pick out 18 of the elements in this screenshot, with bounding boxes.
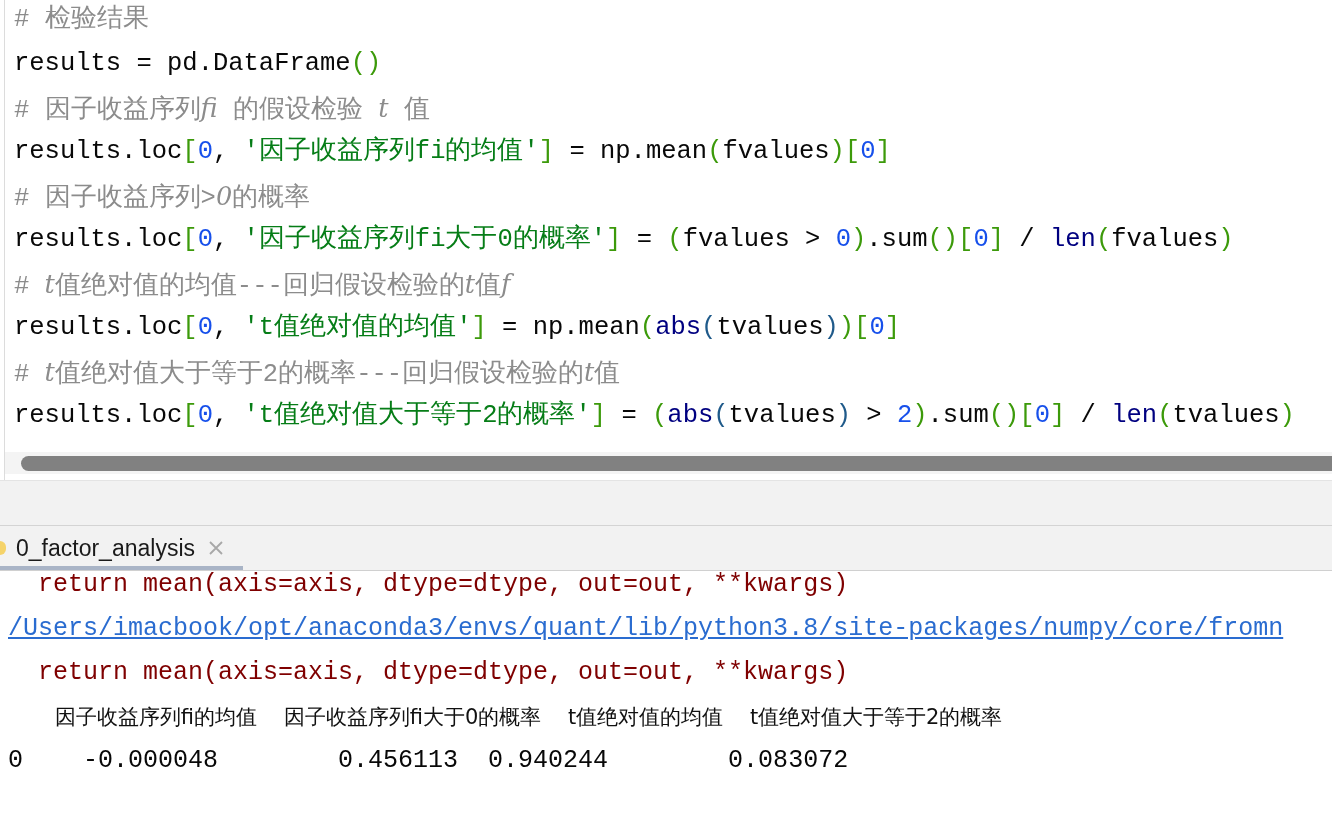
run-tab[interactable]: 0_factor_analysis <box>0 526 243 570</box>
console-line: 0 -0.000048 0.456113 0.940244 0.083072 <box>8 746 849 775</box>
code-comment: # 因子收益序列>0的概率 <box>14 180 311 215</box>
console-line: return mean(axis=axis, dtype=dtype, out=out, **kwargs) <box>37 571 849 599</box>
code-comment: # 检验结果 <box>14 3 149 36</box>
scrollbar[interactable] <box>5 452 1332 474</box>
code-line: results = pd.DataFrame() <box>14 48 382 80</box>
console-line: 因子收益序列fi的均值 因子收益序列fi大于0的概率 t值绝对值的均值 t值绝对值大于等于2的概率 <box>53 705 1003 729</box>
console-line: return mean(axis=axis, dtype=dtype, out=out, **kwargs) <box>37 658 849 687</box>
code-line: results.loc[0, '因子收益序列fi的均值'] = np.mean(fvalues)[0] <box>14 135 891 168</box>
code-comment: # 因子收益序列fi 的假设检验 t 值 <box>14 92 430 127</box>
close-icon[interactable] <box>207 539 225 557</box>
file-link[interactable]: /Users/imacbook/opt/anaconda3/envs/quant/lib/python3.8/site-packages/numpy/core/fromn <box>8 614 1284 643</box>
code-line: results.loc[0, 't值绝对值的均值'] = np.mean(abs(tvalues))[0] <box>14 311 901 344</box>
code-line: results.loc[0, 't值绝对值大于等于2的概率'] = (abs(tvalues) > 2).sum()[0] / len(tvalues) <box>14 399 1295 432</box>
code-line: results.loc[0, '因子收益序列fi大于0的概率'] = (fvalues > 0).sum()[0] / len(fvalues) <box>14 223 1234 256</box>
code-comment: # t值绝对值大于等于2的概率---回归假设检验的t值 <box>14 356 621 391</box>
scrollbar-thumb[interactable] <box>21 455 1332 471</box>
